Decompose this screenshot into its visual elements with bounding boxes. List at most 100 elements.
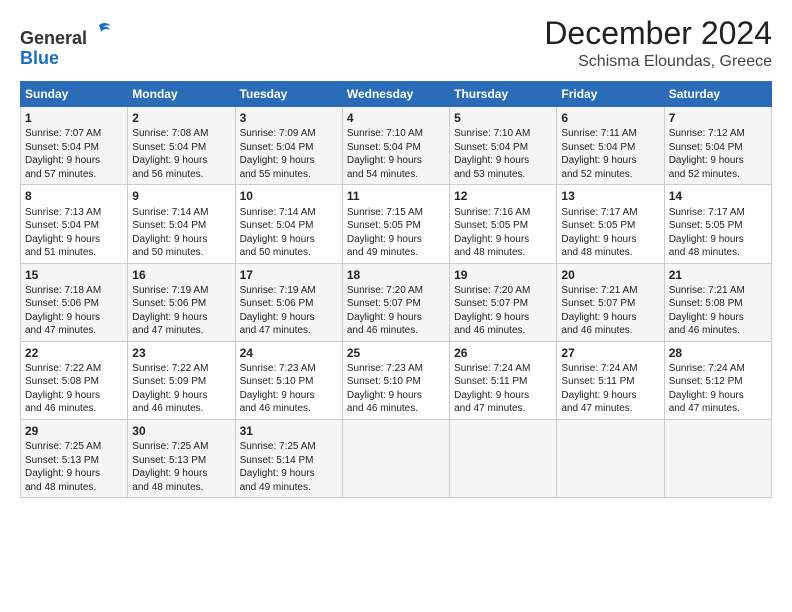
calendar-cell: 6Sunrise: 7:11 AMSunset: 5:04 PMDaylight… bbox=[557, 107, 664, 185]
day-info: Sunrise: 7:17 AMSunset: 5:05 PMDaylight:… bbox=[669, 206, 767, 260]
day-info: Sunrise: 7:24 AMSunset: 5:11 PMDaylight:… bbox=[561, 362, 659, 416]
calendar-cell: 17Sunrise: 7:19 AMSunset: 5:06 PMDayligh… bbox=[235, 263, 342, 341]
day-info: Sunrise: 7:14 AMSunset: 5:04 PMDaylight:… bbox=[240, 206, 338, 260]
week-row-5: 29 Sunrise: 7:25 AMSunset: 5:13 PMDayligh… bbox=[21, 419, 772, 497]
day-info: Sunrise: 7:24 AMSunset: 5:12 PMDaylight:… bbox=[669, 362, 767, 416]
day-number: 6 bbox=[561, 110, 659, 126]
calendar-table: SundayMondayTuesdayWednesdayThursdayFrid… bbox=[20, 81, 772, 498]
calendar-cell: 24Sunrise: 7:23 AMSunset: 5:10 PMDayligh… bbox=[235, 341, 342, 419]
day-number: 14 bbox=[669, 188, 767, 204]
day-number: 29 bbox=[25, 423, 123, 439]
calendar-cell: 25Sunrise: 7:23 AMSunset: 5:10 PMDayligh… bbox=[342, 341, 449, 419]
day-number: 31 bbox=[240, 423, 338, 439]
week-row-2: 8 Sunrise: 7:13 AMSunset: 5:04 PMDaylight… bbox=[21, 185, 772, 263]
day-info: Sunrise: 7:17 AMSunset: 5:05 PMDaylight:… bbox=[561, 206, 659, 260]
calendar-cell: 27Sunrise: 7:24 AMSunset: 5:11 PMDayligh… bbox=[557, 341, 664, 419]
logo-line1: General bbox=[20, 20, 113, 49]
day-number: 16 bbox=[132, 267, 230, 283]
day-number: 26 bbox=[454, 345, 552, 361]
header-saturday: Saturday bbox=[664, 82, 771, 107]
calendar-cell: 3Sunrise: 7:09 AMSunset: 5:04 PMDaylight… bbox=[235, 107, 342, 185]
calendar-cell: 5Sunrise: 7:10 AMSunset: 5:04 PMDaylight… bbox=[450, 107, 557, 185]
calendar-cell: 18Sunrise: 7:20 AMSunset: 5:07 PMDayligh… bbox=[342, 263, 449, 341]
header-thursday: Thursday bbox=[450, 82, 557, 107]
day-info: Sunrise: 7:10 AMSunset: 5:04 PMDaylight:… bbox=[347, 127, 445, 181]
day-number: 30 bbox=[132, 423, 230, 439]
day-info: Sunrise: 7:25 AMSunset: 5:13 PMDaylight:… bbox=[132, 440, 230, 494]
calendar-cell bbox=[557, 419, 664, 497]
calendar-cell: 11 Sunrise: 7:15 AMSunset: 5:05 PMDayligh… bbox=[342, 185, 449, 263]
header-sunday: Sunday bbox=[21, 82, 128, 107]
day-info: Sunrise: 7:11 AMSunset: 5:04 PMDaylight:… bbox=[561, 127, 659, 181]
logo-bird-icon bbox=[89, 20, 113, 44]
day-info: Sunrise: 7:25 AMSunset: 5:14 PMDaylight:… bbox=[240, 440, 338, 494]
day-info: Sunrise: 7:09 AMSunset: 5:04 PMDaylight:… bbox=[240, 127, 338, 181]
calendar-cell: 13Sunrise: 7:17 AMSunset: 5:05 PMDayligh… bbox=[557, 185, 664, 263]
day-number: 28 bbox=[669, 345, 767, 361]
day-number: 5 bbox=[454, 110, 552, 126]
day-info: Sunrise: 7:10 AMSunset: 5:04 PMDaylight:… bbox=[454, 127, 552, 181]
day-number: 10 bbox=[240, 188, 338, 204]
title-area: December 2024 Schisma Eloundas, Greece bbox=[544, 16, 772, 71]
calendar-subtitle: Schisma Eloundas, Greece bbox=[544, 53, 772, 71]
calendar-cell: 20Sunrise: 7:21 AMSunset: 5:07 PMDayligh… bbox=[557, 263, 664, 341]
week-row-3: 15Sunrise: 7:18 AMSunset: 5:06 PMDayligh… bbox=[21, 263, 772, 341]
calendar-cell: 23Sunrise: 7:22 AMSunset: 5:09 PMDayligh… bbox=[128, 341, 235, 419]
day-number: 12 bbox=[454, 188, 552, 204]
day-info: Sunrise: 7:20 AMSunset: 5:07 PMDaylight:… bbox=[347, 284, 445, 338]
calendar-cell: 30Sunrise: 7:25 AMSunset: 5:13 PMDayligh… bbox=[128, 419, 235, 497]
header-friday: Friday bbox=[557, 82, 664, 107]
calendar-cell: 1Sunrise: 7:07 AMSunset: 5:04 PMDaylight… bbox=[21, 107, 128, 185]
day-number: 8 bbox=[25, 188, 123, 204]
day-number: 11 bbox=[347, 188, 445, 204]
day-number: 2 bbox=[132, 110, 230, 126]
day-number: 21 bbox=[669, 267, 767, 283]
logo-general: General bbox=[20, 28, 87, 48]
calendar-cell: 19Sunrise: 7:20 AMSunset: 5:07 PMDayligh… bbox=[450, 263, 557, 341]
calendar-cell: 28Sunrise: 7:24 AMSunset: 5:12 PMDayligh… bbox=[664, 341, 771, 419]
day-number: 9 bbox=[132, 188, 230, 204]
calendar-cell bbox=[664, 419, 771, 497]
calendar-cell bbox=[342, 419, 449, 497]
calendar-cell: 21Sunrise: 7:21 AMSunset: 5:08 PMDayligh… bbox=[664, 263, 771, 341]
calendar-cell: 22Sunrise: 7:22 AMSunset: 5:08 PMDayligh… bbox=[21, 341, 128, 419]
header-wednesday: Wednesday bbox=[342, 82, 449, 107]
day-number: 25 bbox=[347, 345, 445, 361]
day-info: Sunrise: 7:22 AMSunset: 5:08 PMDaylight:… bbox=[25, 362, 123, 416]
day-info: Sunrise: 7:22 AMSunset: 5:09 PMDaylight:… bbox=[132, 362, 230, 416]
day-number: 15 bbox=[25, 267, 123, 283]
calendar-cell: 16Sunrise: 7:19 AMSunset: 5:06 PMDayligh… bbox=[128, 263, 235, 341]
day-info: Sunrise: 7:16 AMSunset: 5:05 PMDaylight:… bbox=[454, 206, 552, 260]
day-number: 24 bbox=[240, 345, 338, 361]
header-tuesday: Tuesday bbox=[235, 82, 342, 107]
week-row-1: 1Sunrise: 7:07 AMSunset: 5:04 PMDaylight… bbox=[21, 107, 772, 185]
day-number: 23 bbox=[132, 345, 230, 361]
day-number: 17 bbox=[240, 267, 338, 283]
logo-blue: Blue bbox=[20, 48, 59, 68]
day-info: Sunrise: 7:23 AMSunset: 5:10 PMDaylight:… bbox=[347, 362, 445, 416]
day-info: Sunrise: 7:14 AMSunset: 5:04 PMDaylight:… bbox=[132, 206, 230, 260]
calendar-cell: 10 Sunrise: 7:14 AMSunset: 5:04 PMDayligh… bbox=[235, 185, 342, 263]
header-monday: Monday bbox=[128, 82, 235, 107]
calendar-cell: 15Sunrise: 7:18 AMSunset: 5:06 PMDayligh… bbox=[21, 263, 128, 341]
calendar-cell: 31Sunrise: 7:25 AMSunset: 5:14 PMDayligh… bbox=[235, 419, 342, 497]
logo: General Blue bbox=[20, 20, 113, 69]
calendar-cell: 8 Sunrise: 7:13 AMSunset: 5:04 PMDaylight… bbox=[21, 185, 128, 263]
page-header: General Blue December 2024 Schisma Eloun… bbox=[20, 16, 772, 71]
day-number: 18 bbox=[347, 267, 445, 283]
header-row: SundayMondayTuesdayWednesdayThursdayFrid… bbox=[21, 82, 772, 107]
day-info: Sunrise: 7:24 AMSunset: 5:11 PMDaylight:… bbox=[454, 362, 552, 416]
day-info: Sunrise: 7:13 AMSunset: 5:04 PMDaylight:… bbox=[25, 206, 123, 260]
calendar-cell: 29Sunrise: 7:25 AMSunset: 5:13 PMDayligh… bbox=[21, 419, 128, 497]
day-number: 19 bbox=[454, 267, 552, 283]
day-number: 20 bbox=[561, 267, 659, 283]
day-info: Sunrise: 7:19 AMSunset: 5:06 PMDaylight:… bbox=[132, 284, 230, 338]
day-info: Sunrise: 7:23 AMSunset: 5:10 PMDaylight:… bbox=[240, 362, 338, 416]
day-info: Sunrise: 7:12 AMSunset: 5:04 PMDaylight:… bbox=[669, 127, 767, 181]
day-info: Sunrise: 7:15 AMSunset: 5:05 PMDaylight:… bbox=[347, 206, 445, 260]
day-info: Sunrise: 7:07 AMSunset: 5:04 PMDaylight:… bbox=[25, 127, 123, 181]
calendar-cell: 26Sunrise: 7:24 AMSunset: 5:11 PMDayligh… bbox=[450, 341, 557, 419]
calendar-cell: 4Sunrise: 7:10 AMSunset: 5:04 PMDaylight… bbox=[342, 107, 449, 185]
day-number: 1 bbox=[25, 110, 123, 126]
day-number: 4 bbox=[347, 110, 445, 126]
